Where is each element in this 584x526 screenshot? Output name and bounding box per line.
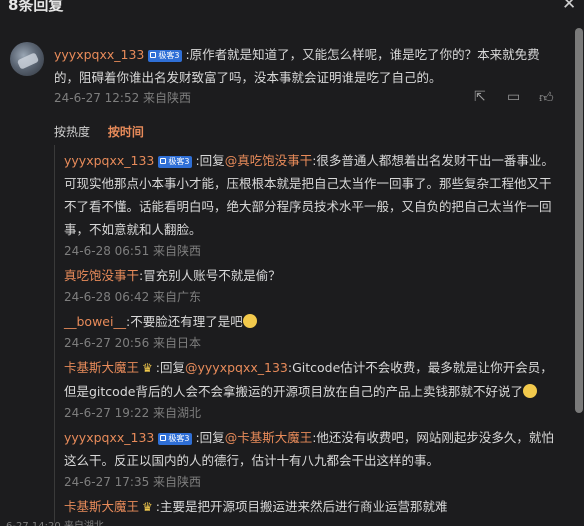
reply-text: :不要脸还有理了是吧 — [125, 314, 243, 329]
reply-prefix: :回复 — [155, 360, 185, 375]
tab-sort-hot[interactable]: 按热度 — [54, 125, 90, 139]
reply-mention[interactable]: @yyyxpqxx_133 — [185, 360, 288, 375]
reply-item: 卡基斯大魔王 ♛:主要是把开源项目搬运进来然后进行商业运营那就难 — [55, 495, 555, 519]
level-badge: 极客3 — [158, 156, 193, 168]
geek-icon — [150, 52, 157, 58]
reply-meta: 24-6-27 19:22 来自湖北 — [64, 406, 202, 420]
reply-meta: 24-6-28 06:42 来自广东 — [64, 290, 202, 304]
reply-item: 真吃饱没事干:冒充别人账号不就是偷？ 24-6-28 06:42 来自广东 — [55, 264, 555, 308]
sort-tabs: 按热度 按时间 — [54, 123, 158, 140]
reply-mention[interactable]: @真吃饱没事干 — [225, 153, 313, 168]
smile-emoji-icon — [242, 314, 257, 328]
dialog-header: 8条回复 ✕ — [0, 0, 584, 14]
avatar[interactable] — [10, 42, 44, 76]
partial-meta: 6-27 14:20 来自湖北 — [6, 517, 104, 526]
crown-icon: ♛ — [142, 500, 153, 514]
main-comment: yyyxpqxx_133 极客3:原作者就是知道了，又能怎么样呢，谁是吃了你的？本… — [54, 43, 554, 89]
reply-list: yyyxpqxx_133 极客3:回复@真吃饱没事干:很多普通人都想着出名发财干出… — [54, 145, 569, 523]
geek-icon — [160, 158, 167, 164]
comment-username[interactable]: yyyxpqxx_133 — [54, 47, 144, 62]
like-icon[interactable]: 👍︎ — [539, 89, 554, 106]
reply-meta: 24-6-28 06:51 来自陕西 — [64, 244, 202, 258]
level-label: 极客3 — [168, 434, 190, 443]
reply-prefix: :回复 — [195, 153, 225, 168]
laugh-emoji-icon — [522, 384, 537, 398]
reply-item: yyyxpqxx_133 极客3:回复@真吃饱没事干:很多普通人都想着出名发财干出… — [55, 149, 555, 262]
close-icon[interactable]: ✕ — [562, 0, 576, 14]
reply-meta: 24-6-27 17:35 来自陕西 — [64, 475, 202, 489]
reply-username[interactable]: 真吃饱没事干 — [64, 268, 139, 283]
comment-icon[interactable]: ▭ — [507, 89, 520, 105]
share-icon[interactable]: ⇱ — [474, 89, 486, 105]
reply-item: 卡基斯大魔王 ♛:回复@yyyxpqxx_133:Gitcode估计不会收费，最多… — [55, 356, 555, 424]
crown-icon: ♛ — [142, 361, 153, 375]
reply-username[interactable]: yyyxpqxx_133 — [64, 430, 154, 445]
tab-sort-time[interactable]: 按时间 — [108, 125, 144, 139]
reply-username[interactable]: 卡基斯大魔王 — [64, 360, 139, 375]
reply-text: :冒充别人账号不就是偷？ — [139, 268, 281, 283]
reply-item: yyyxpqxx_133 极客3:回复@卡基斯大魔王:他还没有收费吧，网站刚起步没… — [55, 426, 555, 493]
reply-username[interactable]: __bowei__ — [64, 314, 126, 329]
dialog-title: 8条回复 — [8, 0, 64, 14]
reply-meta: 24-6-27 20:56 来自日本 — [64, 336, 202, 350]
geek-icon — [160, 435, 167, 441]
level-label: 极客3 — [168, 157, 190, 166]
reply-prefix: :回复 — [195, 430, 225, 445]
reply-item: __bowei__:不要脸还有理了是吧 24-6-27 20:56 来自日本 — [55, 310, 555, 354]
level-label: 极客3 — [158, 51, 180, 60]
reply-username[interactable]: 卡基斯大魔王 — [64, 499, 139, 514]
level-badge: 极客3 — [148, 50, 183, 62]
reply-username[interactable]: yyyxpqxx_133 — [64, 153, 154, 168]
reply-mention[interactable]: @卡基斯大魔王 — [225, 430, 313, 445]
level-badge: 极客3 — [158, 433, 193, 445]
comment-meta: 24-6-27 12:52 来自陕西 — [54, 91, 192, 105]
scrollbar-thumb[interactable] — [575, 28, 583, 413]
reply-text: :主要是把开源项目搬运进来然后进行商业运营那就难 — [155, 499, 448, 514]
